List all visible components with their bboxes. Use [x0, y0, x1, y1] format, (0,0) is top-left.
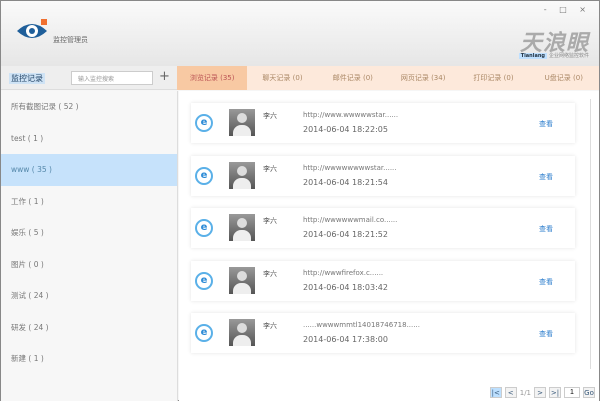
add-category-button[interactable]: + [159, 69, 170, 84]
pagination: |< < 1/1 > >| Go [489, 387, 595, 398]
page-number-input[interactable] [564, 387, 580, 398]
avatar [229, 266, 255, 294]
record-time: 2014-06-04 18:03:42 [303, 282, 388, 292]
category-item[interactable]: 测试 ( 24 ) [1, 280, 177, 312]
user-name: 李六 [263, 322, 277, 330]
last-page-button[interactable]: >| [549, 387, 561, 398]
search-input[interactable]: 输入监控搜索 [71, 71, 153, 85]
window-controls[interactable]: - □ × [544, 5, 591, 14]
tab-mail[interactable]: 邮件记录 (0) [318, 66, 388, 90]
go-button[interactable]: Go [583, 387, 595, 398]
category-item[interactable]: 所有截图记录 ( 52 ) [1, 91, 177, 123]
record-tabs: 浏览记录 (35) 聊天记录 (0) 邮件记录 (0) 网页记录 (34) 打印… [177, 66, 599, 90]
ie-browser-icon: e [195, 324, 213, 342]
toolbar: 监控记录 输入监控搜索 + 浏览记录 (35) 聊天记录 (0) 邮件记录 (0… [1, 66, 599, 90]
view-button[interactable]: 查看 [539, 119, 553, 129]
category-sidebar: 所有截图记录 ( 52 ) test ( 1 ) www ( 35 ) 工作 (… [1, 91, 178, 401]
category-item[interactable]: 工作 ( 1 ) [1, 186, 177, 218]
record-url: http://www.wwwwwstar...... [303, 111, 399, 119]
prev-page-button[interactable]: < [504, 387, 517, 398]
tab-print[interactable]: 打印记录 (0) [458, 66, 528, 90]
ie-browser-icon: e [195, 166, 213, 185]
scrollbar[interactable] [590, 99, 595, 369]
user-name: 李六 [263, 112, 277, 120]
record-url: http://wwwwwwwwstar...... [303, 163, 397, 172]
first-page-button[interactable]: |< [489, 387, 502, 398]
avatar [229, 214, 255, 241]
view-button[interactable]: 查看 [539, 172, 553, 182]
tab-web[interactable]: 网页记录 (34) [388, 66, 458, 90]
record-time: 2014-06-04 17:38:00 [303, 335, 388, 344]
ie-browser-icon: e [195, 219, 213, 237]
brand-tag: Tianlang [518, 53, 547, 59]
avatar [229, 109, 255, 136]
ie-browser-icon: e [195, 114, 213, 132]
user-name: 李六 [263, 164, 277, 173]
tab-browse[interactable]: 浏览记录 (35) [177, 66, 248, 90]
view-button[interactable]: 查看 [539, 277, 553, 287]
record-row: e 李六 http://wwwwwwwwstar...... 2014-06-04 1… [191, 155, 575, 196]
category-item[interactable]: 新建 ( 1 ) [1, 343, 177, 375]
header: 监控管理员 - □ × 天浪眼 Tianlang 企业网络监控软件 [1, 1, 599, 66]
page-indicator: 1/1 [519, 388, 531, 397]
record-row: e 李六 ......wwwwmmtl14018746718...... 2014-0… [191, 313, 575, 353]
category-item[interactable]: www ( 35 ) [1, 154, 177, 186]
category-item[interactable]: 图片 ( 0 ) [1, 249, 177, 281]
record-time: 2014-06-04 18:21:52 [303, 230, 388, 239]
eye-logo-icon [17, 19, 47, 38]
avatar [229, 161, 255, 189]
avatar [229, 319, 255, 346]
app-window: 监控管理员 - □ × 天浪眼 Tianlang 企业网络监控软件 监控记录 输入… [0, 0, 600, 401]
record-row: e 李六 http://wwwwwwmail.co...... 2014-06-04 … [191, 208, 575, 248]
user-name: 李六 [263, 217, 277, 225]
category-item[interactable]: 娱乐 ( 5 ) [1, 217, 177, 249]
brand-sub-text: 企业网络监控软件 [548, 53, 589, 59]
toolbar-title: 监控记录 [9, 73, 45, 84]
record-row: e 李六 http://www.wwwwwstar...... 2014-06-04 … [191, 103, 575, 143]
user-name: 李六 [263, 269, 277, 278]
record-url: ......wwwwmmtl14018746718...... [303, 321, 420, 329]
record-time: 2014-06-04 18:21:54 [303, 177, 388, 187]
record-list: e 李六 http://www.wwwwwstar...... 2014-06-04 … [191, 103, 575, 366]
view-button[interactable]: 查看 [539, 224, 553, 234]
record-url: http://wwwfirefox.c...... [303, 268, 384, 277]
record-time: 2014-06-04 18:22:05 [303, 125, 388, 134]
record-url: http://wwwwwwmail.co...... [303, 216, 398, 224]
view-button[interactable]: 查看 [539, 329, 553, 339]
ie-browser-icon: e [195, 271, 213, 290]
brand-subtitle: Tianlang 企业网络监控软件 [518, 52, 589, 59]
next-page-button[interactable]: > [534, 387, 546, 398]
tab-chat[interactable]: 聊天记录 (0) [247, 66, 317, 90]
app-title: 监控管理员 [53, 36, 88, 44]
record-row: e 李六 http://wwwfirefox.c...... 2014-06-04 1… [191, 260, 575, 301]
tab-usb[interactable]: U盘记录 (0) [529, 66, 599, 90]
record-list-panel: e 李六 http://www.wwwwwstar...... 2014-06-04 … [179, 91, 599, 401]
category-item[interactable]: 研发 ( 24 ) [1, 312, 177, 344]
category-item[interactable]: test ( 1 ) [1, 123, 177, 155]
